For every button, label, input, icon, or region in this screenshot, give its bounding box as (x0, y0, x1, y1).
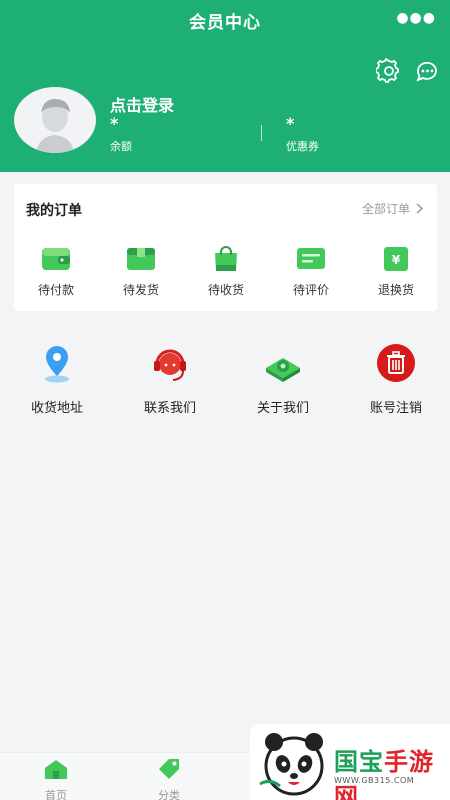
customer-service-icon (154, 349, 186, 381)
tab-home[interactable]: 首页 (26, 757, 86, 800)
service-address[interactable]: 收货地址 (12, 342, 102, 416)
watermark-logo: 国宝手游网 WWW.GB315.COM (250, 724, 450, 800)
gear-icon[interactable] (376, 58, 402, 84)
order-return-exchange[interactable]: ¥ 退换货 (366, 245, 426, 298)
tab-label: 首页 (45, 789, 67, 800)
box-icon (127, 248, 155, 270)
service-label: 联系我们 (143, 401, 196, 416)
header-actions (376, 58, 440, 84)
service-about[interactable]: 关于我们 (238, 342, 328, 416)
order-pending-review[interactable]: 待评价 (281, 245, 341, 298)
coupon-stat[interactable]: * 优惠券 (286, 116, 319, 154)
order-pending-receipt[interactable]: 待收货 (196, 245, 256, 298)
wallet-icon (42, 248, 70, 270)
order-item-label: 待发货 (122, 283, 159, 297)
balance-stat[interactable]: * 余额 (110, 116, 132, 154)
page-title: 会员中心 (189, 13, 261, 33)
all-orders-label: 全部订单 (361, 202, 410, 216)
order-item-label: 待评价 (292, 283, 329, 297)
service-label: 账号注销 (369, 401, 422, 416)
tag-icon (159, 759, 179, 779)
home-icon (45, 760, 67, 779)
shopping-bag-icon (215, 246, 237, 271)
service-contact[interactable]: 联系我们 (125, 342, 215, 416)
more-dots-icon[interactable]: ●●● (396, 10, 436, 26)
comment-card-icon (297, 248, 325, 269)
service-delete-account[interactable]: 账号注销 (351, 342, 441, 416)
order-item-label: 退换货 (377, 283, 414, 297)
panda-logo-icon (259, 733, 324, 796)
tab-label: 分类 (158, 789, 180, 800)
my-orders-card: 我的订单 全部订单 待付款 待发货 待收货 待评价 ¥ 退换货 (14, 184, 437, 311)
order-item-label: 待收货 (207, 283, 244, 297)
tab-category[interactable]: 分类 (139, 757, 199, 800)
member-header: 会员中心 ●●● 点击登录 * 余额 * 优惠券 (0, 0, 450, 172)
watermark-url: WWW.GB315.COM (334, 776, 415, 785)
coupon-value: * (286, 114, 295, 133)
about-gear-icon (266, 358, 300, 382)
service-label: 收货地址 (30, 401, 83, 416)
watermark-text: 国宝手游网 (334, 748, 434, 800)
coupon-label: 优惠券 (286, 140, 319, 153)
order-pending-shipment[interactable]: 待发货 (111, 245, 171, 298)
trash-icon (377, 344, 415, 382)
all-orders-link[interactable]: 全部订单 (362, 200, 423, 217)
order-item-label: 待付款 (37, 283, 74, 297)
chat-bubble-icon[interactable] (414, 58, 440, 84)
order-pending-payment[interactable]: 待付款 (26, 245, 86, 298)
balance-value: * (110, 114, 119, 133)
login-link[interactable]: 点击登录 (110, 92, 174, 116)
location-pin-icon (45, 346, 69, 383)
yuan-return-icon: ¥ (384, 247, 408, 271)
chevron-right-icon (416, 203, 423, 214)
service-label: 关于我们 (256, 401, 309, 416)
orders-title: 我的订单 (26, 203, 82, 219)
avatar[interactable] (14, 87, 96, 153)
balance-label: 余额 (110, 140, 132, 153)
svg-text:¥: ¥ (392, 253, 401, 267)
service-grid: 收货地址 联系我们 关于我们 账号注销 (0, 342, 450, 422)
stat-divider (261, 125, 262, 141)
avatar-person-icon (36, 99, 74, 153)
